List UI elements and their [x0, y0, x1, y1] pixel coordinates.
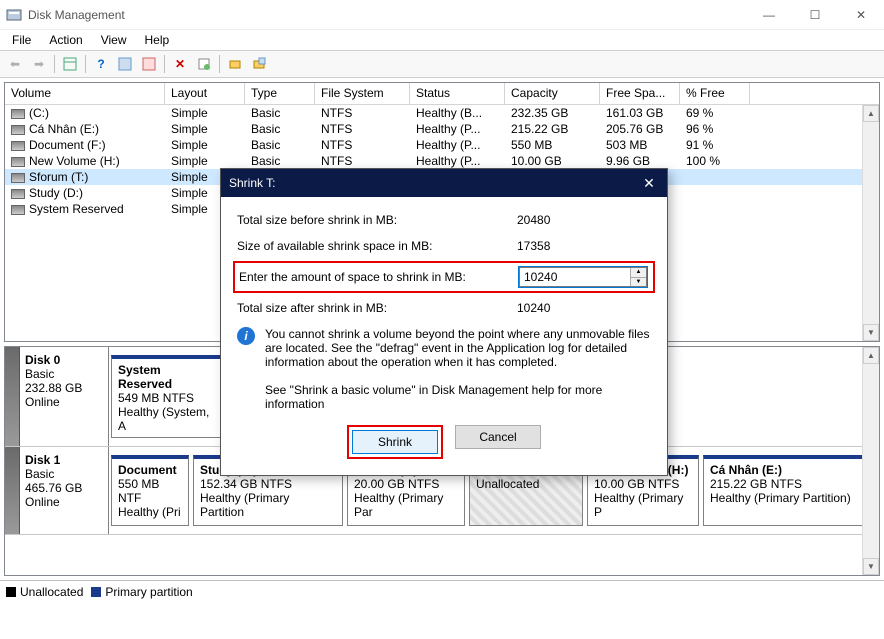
legend-unallocated: Unallocated [20, 585, 83, 599]
partition[interactable]: System Reserved549 MB NTFSHealthy (Syste… [111, 355, 221, 438]
properties-icon[interactable] [193, 53, 215, 75]
dialog-close-icon[interactable]: ✕ [639, 173, 659, 193]
drive-icon [11, 141, 25, 151]
maximize-button[interactable]: ☐ [792, 0, 838, 29]
available-value [517, 239, 637, 253]
menu-view[interactable]: View [93, 31, 135, 49]
delete-icon[interactable]: ✕ [169, 53, 191, 75]
total-before-label: Total size before shrink in MB: [237, 213, 517, 227]
settings-icon[interactable] [114, 53, 136, 75]
available-label: Size of available shrink space in MB: [237, 239, 517, 253]
col-type[interactable]: Type [245, 83, 315, 104]
cancel-button[interactable]: Cancel [455, 425, 541, 449]
info-icon: i [237, 327, 255, 345]
volume-scrollbar[interactable]: ▲ ▼ [862, 105, 879, 341]
volume-row[interactable]: (C:)SimpleBasicNTFSHealthy (B...232.35 G… [5, 105, 879, 121]
disk-scrollbar[interactable]: ▲ ▼ [862, 347, 879, 575]
action2-icon[interactable] [248, 53, 270, 75]
scroll-up-icon[interactable]: ▲ [863, 347, 879, 364]
volume-row[interactable]: New Volume (H:)SimpleBasicNTFSHealthy (P… [5, 153, 879, 169]
spin-up-icon[interactable]: ▲ [631, 268, 646, 278]
scroll-down-icon[interactable]: ▼ [863, 324, 879, 341]
drive-icon [11, 173, 25, 183]
info-text-2: See "Shrink a basic volume" in Disk Mana… [265, 383, 651, 411]
menubar: File Action View Help [0, 30, 884, 50]
info-text-1: You cannot shrink a volume beyond the po… [265, 327, 651, 369]
shrink-amount-stepper[interactable]: ▲ ▼ [519, 267, 647, 287]
shrink-amount-input[interactable] [520, 268, 630, 286]
menu-help[interactable]: Help [137, 31, 178, 49]
app-icon [6, 7, 22, 23]
total-before-value [517, 213, 637, 227]
col-capacity[interactable]: Capacity [505, 83, 600, 104]
drive-icon [11, 109, 25, 119]
partition[interactable]: Cá Nhân (E:)215.22 GB NTFSHealthy (Prima… [703, 455, 871, 526]
window-title: Disk Management [28, 8, 746, 22]
forward-icon: ➡ [28, 53, 50, 75]
shrink-dialog: Shrink T: ✕ Total size before shrink in … [220, 168, 668, 476]
back-icon: ⬅ [4, 53, 26, 75]
total-after-label: Total size after shrink in MB: [237, 301, 517, 315]
drive-icon [11, 205, 25, 215]
titlebar: Disk Management — ☐ ✕ [0, 0, 884, 30]
scroll-down-icon[interactable]: ▼ [863, 558, 879, 575]
col-status[interactable]: Status [410, 83, 505, 104]
col-layout[interactable]: Layout [165, 83, 245, 104]
legend: Unallocated Primary partition [0, 580, 884, 602]
drive-icon [11, 125, 25, 135]
drive-icon [11, 189, 25, 199]
dialog-title: Shrink T: [229, 176, 639, 190]
spin-down-icon[interactable]: ▼ [631, 278, 646, 287]
total-after-value [517, 301, 637, 315]
volume-row[interactable]: Cá Nhân (E:)SimpleBasicNTFSHealthy (P...… [5, 121, 879, 137]
close-button[interactable]: ✕ [838, 0, 884, 29]
scroll-up-icon[interactable]: ▲ [863, 105, 879, 122]
col-freespace[interactable]: Free Spa... [600, 83, 680, 104]
toolbar: ⬅ ➡ ? ✕ [0, 50, 884, 78]
drive-icon [11, 157, 25, 167]
enter-amount-label: Enter the amount of space to shrink in M… [239, 270, 519, 284]
refresh-icon[interactable] [138, 53, 160, 75]
minimize-button[interactable]: — [746, 0, 792, 29]
col-pctfree[interactable]: % Free [680, 83, 750, 104]
menu-action[interactable]: Action [41, 31, 90, 49]
volume-row[interactable]: Document (F:)SimpleBasicNTFSHealthy (P..… [5, 137, 879, 153]
shrink-button[interactable]: Shrink [352, 430, 438, 454]
menu-file[interactable]: File [4, 31, 39, 49]
col-filesystem[interactable]: File System [315, 83, 410, 104]
legend-primary: Primary partition [105, 585, 192, 599]
action1-icon[interactable] [224, 53, 246, 75]
view-icon[interactable] [59, 53, 81, 75]
volume-header-row: Volume Layout Type File System Status Ca… [5, 83, 879, 105]
disk-header[interactable]: Disk 1Basic465.76 GBOnline [5, 447, 109, 534]
partition[interactable]: Document550 MB NTFHealthy (Pri [111, 455, 189, 526]
help-icon[interactable]: ? [90, 53, 112, 75]
col-volume[interactable]: Volume [5, 83, 165, 104]
dialog-titlebar[interactable]: Shrink T: ✕ [221, 169, 667, 197]
disk-header[interactable]: Disk 0Basic232.88 GBOnline [5, 347, 109, 446]
